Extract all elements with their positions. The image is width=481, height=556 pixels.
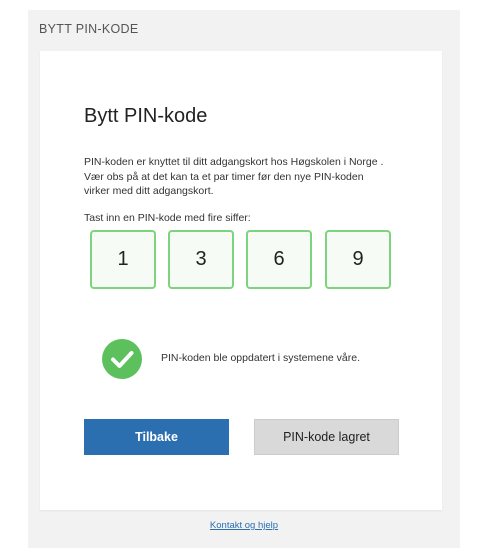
success-message: PIN-koden ble oppdatert i systemene våre… xyxy=(161,352,361,364)
check-circle-icon xyxy=(102,339,142,379)
pin-digit-3[interactable]: 6 xyxy=(246,230,312,289)
pin-card: Bytt PIN-kode PIN-koden er knyttet til d… xyxy=(40,51,442,510)
pin-label: Tast inn en PIN-kode med fire siffer: xyxy=(84,212,251,224)
description-text: PIN-koden er knyttet til ditt adgangskor… xyxy=(84,156,384,197)
back-button[interactable]: Tilbake xyxy=(84,419,229,455)
page-title: Bytt PIN-kode xyxy=(84,105,208,127)
panel-header: BYTT PIN-KODE xyxy=(39,22,139,36)
pin-digit-1[interactable]: 1 xyxy=(90,230,156,289)
pin-digit-2[interactable]: 3 xyxy=(168,230,234,289)
pin-saved-button[interactable]: PIN-kode lagret xyxy=(254,419,399,455)
pin-change-panel: BYTT PIN-KODE Bytt PIN-kode PIN-koden er… xyxy=(28,10,460,548)
contact-help-link[interactable]: Kontakt og hjelp xyxy=(28,520,460,531)
pin-digit-4[interactable]: 9 xyxy=(325,230,391,289)
